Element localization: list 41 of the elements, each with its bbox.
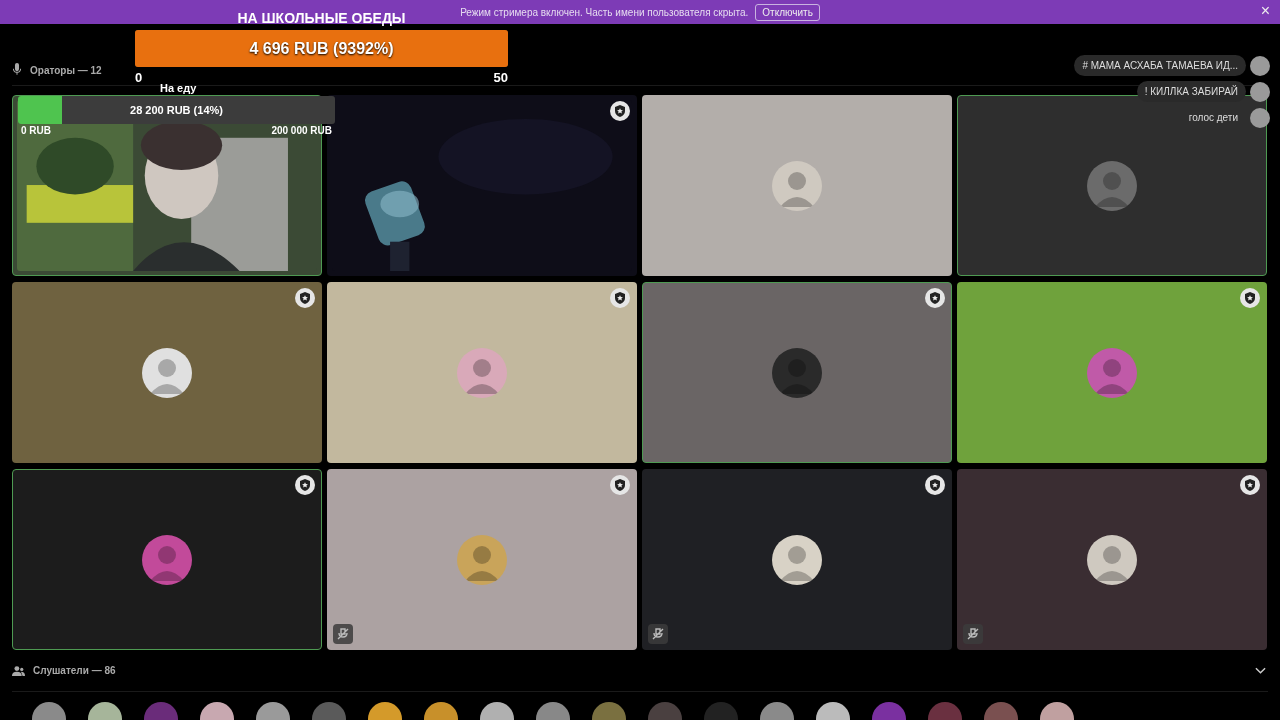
- chat-message: ! КИЛЛКА ЗАБИРАЙ: [1136, 81, 1246, 102]
- speaker-tile[interactable]: [957, 95, 1267, 276]
- avatar: [142, 347, 192, 398]
- avatar: [457, 347, 507, 398]
- speaker-tile[interactable]: [642, 282, 952, 463]
- speaker-tile[interactable]: [642, 469, 952, 650]
- avatar: [142, 534, 192, 585]
- close-button[interactable]: ×: [1260, 3, 1270, 19]
- avatar: [772, 160, 822, 211]
- avatar: [1250, 55, 1270, 76]
- goal-max: 50: [493, 70, 508, 85]
- goal-max: 200 000 RUB: [271, 125, 332, 136]
- chevron-icon[interactable]: [1255, 667, 1266, 675]
- speaker-tile[interactable]: [12, 282, 322, 463]
- speaker-tile[interactable]: [327, 469, 637, 650]
- speaker-tile[interactable]: [12, 469, 322, 650]
- goal-amount: 28 200 RUB (14%): [130, 104, 223, 116]
- goal-min: 0 RUB: [21, 125, 51, 136]
- notice-text: Режим стримера включен. Часть имени пользователя скрыта.: [460, 6, 749, 18]
- goal-title: На еду: [159, 82, 198, 96]
- microphone-icon: [12, 63, 22, 76]
- speaker-tile[interactable]: [327, 282, 637, 463]
- chat-message: голос дети: [1187, 111, 1239, 125]
- avatar: [772, 534, 822, 585]
- speaker-tile[interactable]: [957, 282, 1267, 463]
- goal-title: НА ШКОЛЬНЫЕ ОБЕДЫ: [237, 10, 406, 26]
- avatar: [1087, 347, 1137, 398]
- goal-min: 0: [135, 70, 143, 85]
- listeners-label: Слушатели — 86: [33, 665, 116, 676]
- speakers-label: Ораторы — 12: [30, 65, 102, 76]
- speaker-tile[interactable]: [957, 469, 1267, 650]
- goal-amount: 4 696 RUB (9392%): [249, 39, 394, 58]
- speaker-tile[interactable]: [642, 95, 952, 276]
- avatar: [1250, 81, 1270, 102]
- disable-button[interactable]: Отключить: [755, 3, 820, 21]
- avatar: [457, 534, 507, 585]
- avatar: [1087, 160, 1137, 211]
- people-icon: [12, 664, 25, 677]
- chat-message: # МАМА АСХАБА ТАМАЕВА ИД...: [1074, 55, 1246, 76]
- avatar: [772, 347, 822, 398]
- avatar: [1087, 534, 1137, 585]
